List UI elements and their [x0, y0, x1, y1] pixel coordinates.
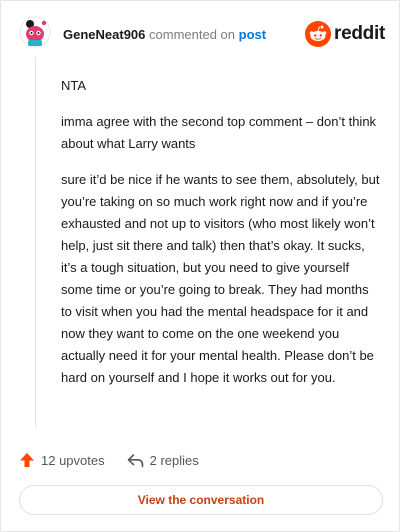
thread-line: [35, 57, 36, 427]
reddit-logo[interactable]: reddit: [305, 21, 385, 47]
reddit-snoo-icon: [305, 21, 332, 47]
author-line: GeneNeat906 commented on post: [63, 27, 266, 43]
snoo-avatar-icon: [19, 16, 51, 48]
upvote-arrow-icon: [20, 453, 34, 467]
comment-header: GeneNeat906 commented on post reddit: [19, 15, 385, 51]
post-link[interactable]: post: [239, 27, 266, 42]
replies-button[interactable]: 2 replies: [127, 453, 199, 468]
upvote-button[interactable]: 12 upvotes: [19, 452, 105, 468]
comment-paragraph: NTA: [61, 78, 87, 93]
comment-body: NTA imma agree with the second top comme…: [61, 75, 381, 403]
upvote-count: 12 upvotes: [41, 452, 105, 468]
view-conversation-button[interactable]: View the conversation: [19, 485, 383, 515]
commented-on-text: commented on: [149, 27, 236, 42]
comment-card: GeneNeat906 commented on post reddit NTA…: [0, 0, 400, 532]
reddit-wordmark: reddit: [334, 23, 385, 44]
avatar[interactable]: [19, 15, 51, 49]
comment-paragraph: imma agree with the second top comment –…: [61, 114, 377, 151]
reply-count: 2 replies: [149, 452, 199, 468]
reply-arrow-icon: [127, 453, 143, 467]
author-name[interactable]: GeneNeat906: [63, 27, 145, 42]
comment-actions: 12 upvotes 2 replies: [19, 449, 221, 471]
comment-paragraph: sure it’d be nice if he wants to see the…: [61, 172, 380, 385]
